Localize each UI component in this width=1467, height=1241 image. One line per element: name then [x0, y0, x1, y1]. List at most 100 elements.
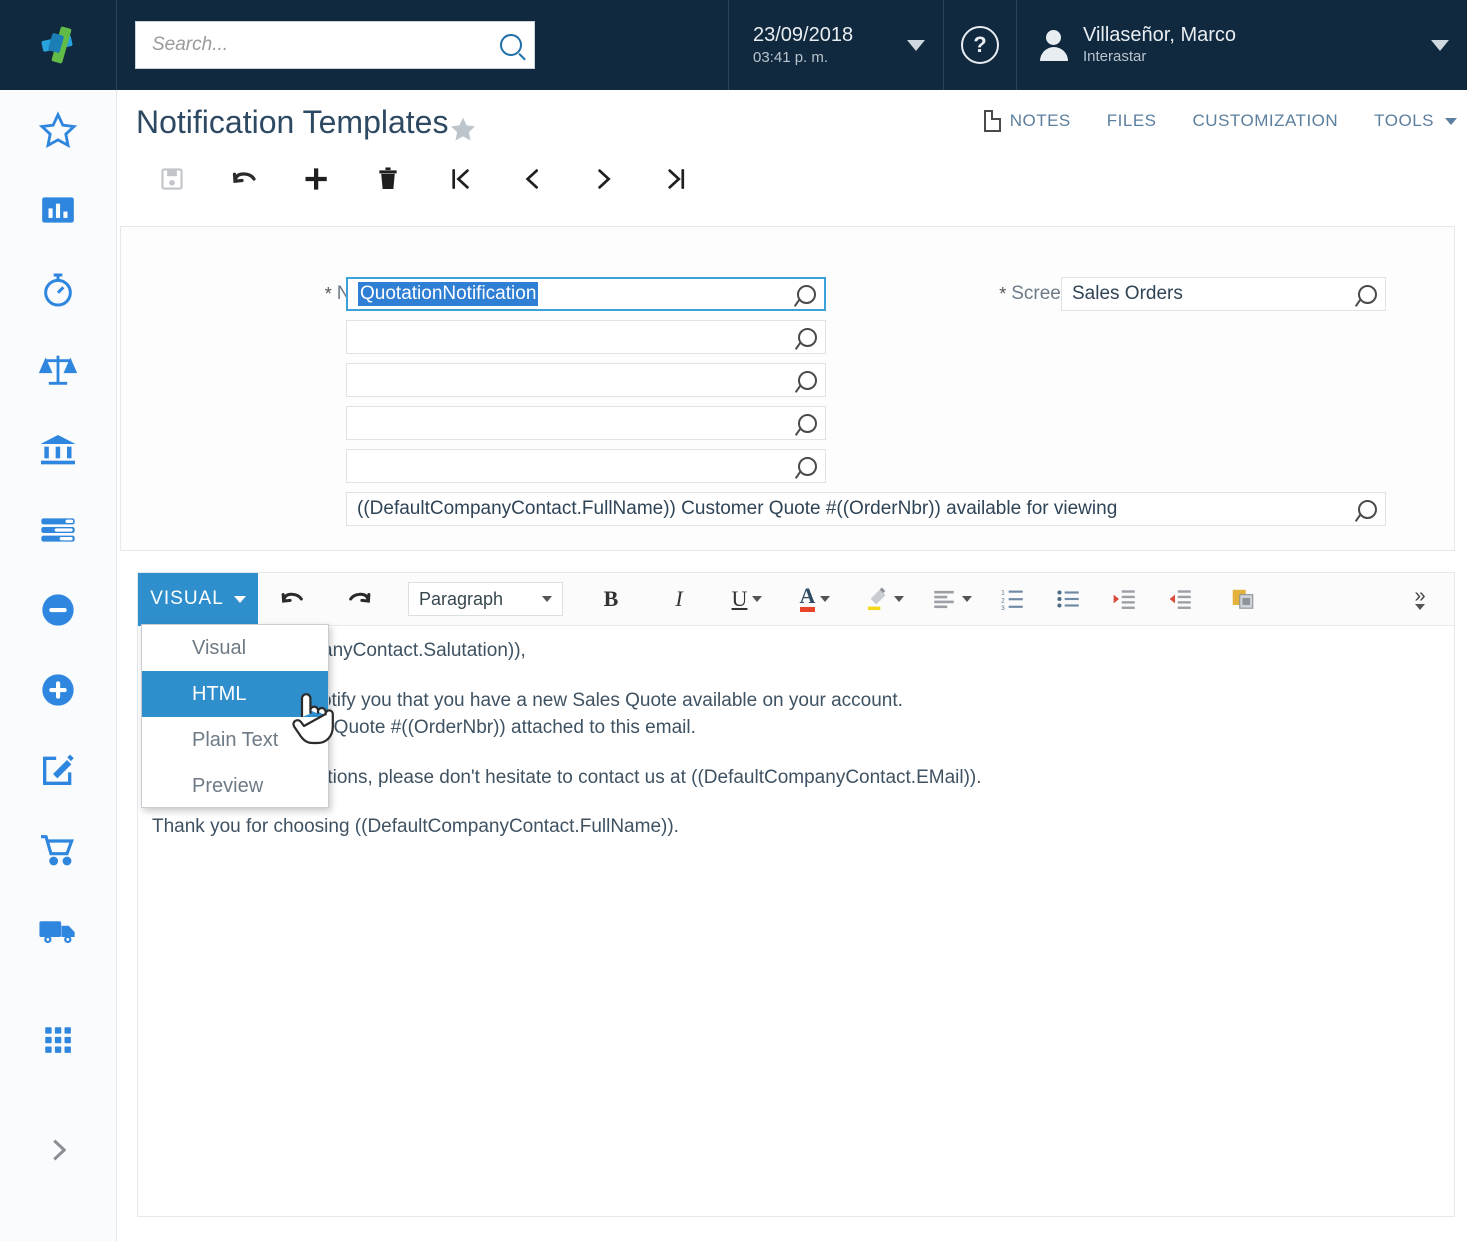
to-input[interactable]	[357, 368, 792, 392]
note-page-icon	[984, 110, 1001, 132]
more-toolbar-button[interactable]: »	[1386, 573, 1454, 626]
highlight-color-button[interactable]	[849, 573, 917, 626]
chevron-down-icon[interactable]	[962, 596, 972, 602]
lookup-icon[interactable]	[798, 457, 817, 476]
lookup-icon[interactable]	[798, 371, 817, 390]
sidebar-item-more-apps[interactable]	[0, 970, 117, 1110]
sidebar-item-expand-menu[interactable]	[0, 1110, 117, 1190]
lookup-icon[interactable]	[797, 285, 816, 304]
notification-value: QuotationNotification	[358, 282, 538, 306]
chevron-down-icon[interactable]	[820, 596, 830, 602]
undo-button[interactable]	[208, 150, 280, 208]
editor-undo-button[interactable]	[258, 573, 326, 626]
bcc-field[interactable]	[346, 449, 826, 483]
trash-icon	[374, 165, 402, 193]
numbered-list-button[interactable]: 123	[985, 573, 1041, 626]
left-navigation-rail	[0, 90, 117, 1241]
lookup-icon[interactable]	[1358, 285, 1377, 304]
sidebar-item-purchases[interactable]	[0, 810, 117, 890]
indent-increase-button[interactable]	[1097, 573, 1153, 626]
header-menu-customization-label: CUSTOMIZATION	[1193, 111, 1339, 131]
delete-button[interactable]	[352, 150, 424, 208]
paragraph-style-select[interactable]: Paragraph	[408, 582, 563, 616]
indent-increase-icon	[1112, 586, 1138, 612]
menu-item-html-label: HTML	[192, 683, 246, 706]
current-time: 03:41 p. m.	[753, 48, 853, 68]
search-input[interactable]	[150, 33, 500, 57]
bold-button[interactable]: B	[577, 573, 645, 626]
add-new-button[interactable]	[280, 150, 352, 208]
cc-input[interactable]	[357, 411, 792, 435]
editor-redo-button[interactable]	[326, 573, 394, 626]
sidebar-item-favorites[interactable]	[0, 90, 117, 170]
lookup-icon[interactable]	[798, 414, 817, 433]
bulleted-list-button[interactable]	[1041, 573, 1097, 626]
next-record-button[interactable]	[568, 150, 640, 208]
sidebar-item-inventory[interactable]	[0, 890, 117, 970]
scales-icon	[38, 350, 78, 390]
acumatica-logo-icon	[38, 24, 78, 66]
save-disk-icon	[159, 166, 185, 192]
sidebar-item-sales-orders[interactable]	[0, 730, 117, 810]
menu-item-preview-label: Preview	[192, 775, 263, 798]
search-area	[117, 0, 729, 90]
save-button[interactable]	[136, 150, 208, 208]
font-color-button[interactable]: A	[781, 573, 849, 626]
first-record-button[interactable]	[424, 150, 496, 208]
sidebar-item-dashboards[interactable]	[0, 170, 117, 250]
insert-image-button[interactable]	[1209, 573, 1277, 626]
underline-button[interactable]: U	[713, 573, 781, 626]
notification-form-panel: * Notification: QuotationNotification Fr…	[120, 226, 1455, 551]
header-menu-tools[interactable]: TOOLS	[1374, 111, 1457, 131]
chevron-down-icon[interactable]	[907, 40, 925, 51]
menu-item-visual-label: Visual	[192, 637, 246, 660]
screen-id-field[interactable]: Sales Orders	[1061, 277, 1386, 311]
editor-toolbar: VISUAL Paragraph B I U	[138, 573, 1454, 626]
sidebar-item-accounts-payable[interactable]	[0, 570, 117, 650]
cc-field[interactable]	[346, 406, 826, 440]
chevron-down-icon[interactable]	[752, 596, 762, 602]
align-button[interactable]	[917, 573, 985, 626]
chevron-down-icon[interactable]	[1431, 40, 1449, 51]
search-icon[interactable]	[500, 34, 522, 56]
bank-icon	[38, 430, 78, 470]
from-input[interactable]	[357, 325, 792, 349]
lookup-icon[interactable]	[798, 328, 817, 347]
highlighter-icon	[863, 586, 889, 612]
from-field[interactable]	[346, 320, 826, 354]
header-menu-notes[interactable]: NOTES	[984, 110, 1071, 132]
sidebar-item-payables[interactable]	[0, 330, 117, 410]
indent-decrease-button[interactable]	[1153, 573, 1209, 626]
sidebar-item-accounts-receivable[interactable]	[0, 650, 117, 730]
italic-button[interactable]: I	[645, 573, 713, 626]
body-spacer	[152, 742, 1440, 764]
editor-mode-button[interactable]: VISUAL	[138, 573, 258, 626]
previous-record-button[interactable]	[496, 150, 568, 208]
body-line: This is an email to notify you that you …	[152, 687, 1440, 715]
redo-arrow-icon	[346, 585, 374, 613]
edit-pencil-icon	[38, 750, 78, 790]
help-button[interactable]: ?	[944, 0, 1017, 90]
sidebar-item-general-ledger[interactable]	[0, 490, 117, 570]
sidebar-item-time-and-expenses[interactable]	[0, 250, 117, 330]
svg-text:3: 3	[1001, 605, 1005, 612]
header-menu-customization[interactable]: CUSTOMIZATION	[1193, 111, 1339, 131]
menu-item-visual[interactable]: Visual	[142, 625, 328, 671]
last-record-button[interactable]	[640, 150, 712, 208]
lookup-icon[interactable]	[1358, 500, 1377, 519]
to-field[interactable]	[346, 363, 826, 397]
app-logo[interactable]	[0, 0, 117, 90]
chevron-down-icon[interactable]	[894, 596, 904, 602]
sidebar-item-banking[interactable]	[0, 410, 117, 490]
header-menu-files-label: FILES	[1107, 111, 1157, 131]
indent-decrease-icon	[1168, 586, 1194, 612]
menu-item-preview[interactable]: Preview	[142, 763, 328, 809]
favorite-star-icon[interactable]	[448, 114, 478, 149]
search-box[interactable]	[135, 21, 535, 69]
header-menu-files[interactable]: FILES	[1107, 111, 1157, 131]
subject-field[interactable]: ((DefaultCompanyContact.FullName)) Custo…	[346, 492, 1386, 526]
bcc-input[interactable]	[357, 454, 792, 478]
user-menu[interactable]: Villaseñor, Marco Interastar	[1017, 0, 1467, 90]
date-time-selector[interactable]: 23/09/2018 03:41 p. m.	[729, 0, 944, 90]
notification-field[interactable]: QuotationNotification	[346, 277, 826, 311]
